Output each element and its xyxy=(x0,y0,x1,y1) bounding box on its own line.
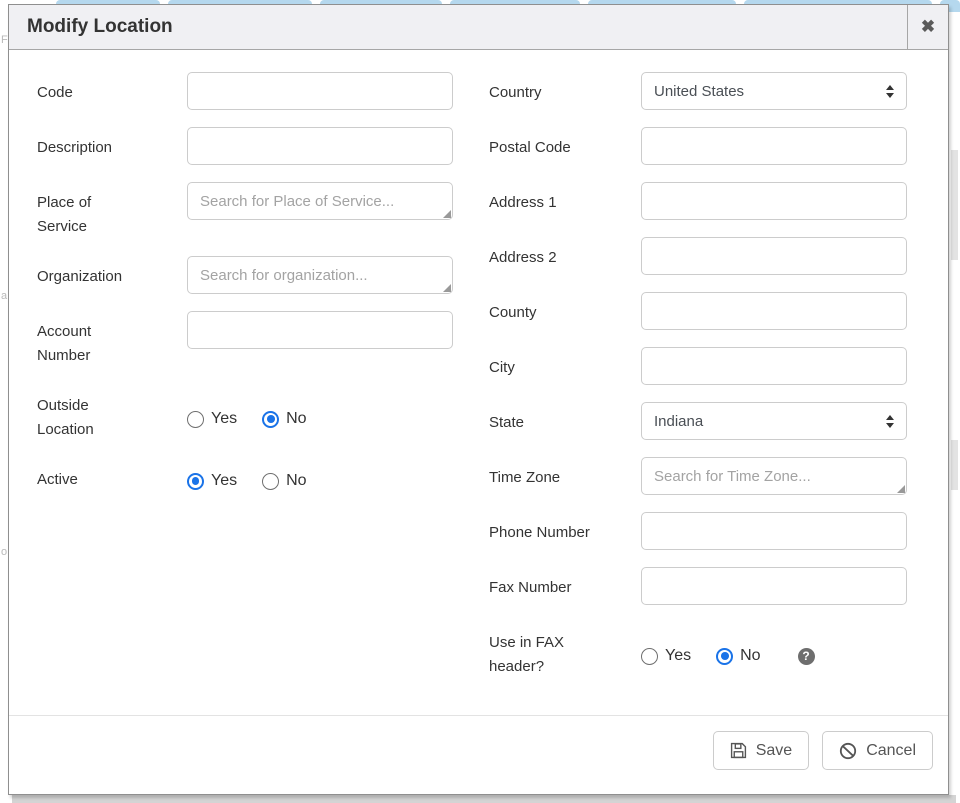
code-label: Code xyxy=(37,72,187,110)
account-number-label: Account Number xyxy=(37,311,187,368)
account-number-input[interactable] xyxy=(187,311,453,349)
county-input[interactable] xyxy=(641,292,907,330)
state-select[interactable]: Indiana xyxy=(641,402,907,440)
close-icon: ✖ xyxy=(921,17,935,37)
address-1-input[interactable] xyxy=(641,182,907,220)
outside-location-yes-label[interactable]: Yes xyxy=(211,410,237,428)
active-no-radio[interactable] xyxy=(262,473,279,490)
address-1-label: Address 1 xyxy=(489,182,641,220)
code-input[interactable] xyxy=(187,72,453,110)
address-2-input[interactable] xyxy=(641,237,907,275)
modal-shadow xyxy=(12,795,956,803)
active-radio-group: Yes No xyxy=(187,459,453,492)
use-in-fax-header-radio-group: Yes No ? xyxy=(641,622,907,679)
background-text-fragment: o xyxy=(1,546,7,558)
active-no-label[interactable]: No xyxy=(286,472,306,490)
resize-corner-icon xyxy=(443,284,451,292)
phone-number-input[interactable] xyxy=(641,512,907,550)
updown-caret-icon xyxy=(886,415,894,428)
state-select-value: Indiana xyxy=(654,413,703,430)
use-in-fax-no-radio[interactable] xyxy=(716,648,733,665)
outside-location-no-label[interactable]: No xyxy=(286,410,306,428)
form-column-right: Country United States Postal Code Addres… xyxy=(489,72,907,715)
time-zone-label: Time Zone xyxy=(489,457,641,495)
postal-code-label: Postal Code xyxy=(489,127,641,165)
save-button-label: Save xyxy=(756,742,792,760)
active-label: Active xyxy=(37,459,187,492)
cancel-button-label: Cancel xyxy=(866,742,916,760)
close-button[interactable]: ✖ xyxy=(907,5,948,49)
fax-number-label: Fax Number xyxy=(489,567,641,605)
cancel-ban-icon xyxy=(839,742,857,760)
dialog-title: Modify Location xyxy=(9,5,907,49)
use-in-fax-no-label[interactable]: No xyxy=(740,647,760,665)
outside-location-label: Outside Location xyxy=(37,385,187,442)
resize-corner-icon xyxy=(443,210,451,218)
address-2-label: Address 2 xyxy=(489,237,641,275)
country-label: Country xyxy=(489,72,641,110)
use-in-fax-header-label: Use in FAX header? xyxy=(489,622,641,679)
state-label: State xyxy=(489,402,641,440)
description-label: Description xyxy=(37,127,187,165)
background-text-fragment: a xyxy=(1,290,7,302)
resize-corner-icon xyxy=(897,485,905,493)
updown-caret-icon xyxy=(886,85,894,98)
country-select-value: United States xyxy=(654,83,744,100)
county-label: County xyxy=(489,292,641,330)
use-in-fax-yes-label[interactable]: Yes xyxy=(665,647,691,665)
country-select[interactable]: United States xyxy=(641,72,907,110)
organization-label: Organization xyxy=(37,256,187,294)
phone-number-label: Phone Number xyxy=(489,512,641,550)
page-root: { "background": { "fragments": ["Fa", "a… xyxy=(0,0,960,803)
form-column-left: Code Description Place of Service Organi… xyxy=(37,72,453,715)
modify-location-dialog: Modify Location ✖ Code Description Place… xyxy=(8,4,949,795)
dialog-body: Code Description Place of Service Organi… xyxy=(9,50,948,715)
city-label: City xyxy=(489,347,641,385)
city-input[interactable] xyxy=(641,347,907,385)
cancel-button[interactable]: Cancel xyxy=(822,731,933,770)
help-icon[interactable]: ? xyxy=(798,648,815,665)
outside-location-yes-radio[interactable] xyxy=(187,411,204,428)
time-zone-search-input[interactable] xyxy=(641,457,907,495)
postal-code-input[interactable] xyxy=(641,127,907,165)
dialog-header: Modify Location ✖ xyxy=(9,5,948,50)
outside-location-radio-group: Yes No xyxy=(187,385,453,442)
background-left-edge: Fa a o xyxy=(0,0,8,795)
use-in-fax-yes-radio[interactable] xyxy=(641,648,658,665)
save-floppy-icon xyxy=(730,742,747,759)
description-input[interactable] xyxy=(187,127,453,165)
organization-search-input[interactable] xyxy=(187,256,453,294)
save-button[interactable]: Save xyxy=(713,731,809,770)
active-yes-radio[interactable] xyxy=(187,473,204,490)
dialog-footer: Save Cancel xyxy=(9,715,948,794)
outside-location-no-radio[interactable] xyxy=(262,411,279,428)
background-text-fragment: Fa xyxy=(1,34,8,46)
background-right-edge xyxy=(950,0,960,795)
active-yes-label[interactable]: Yes xyxy=(211,472,237,490)
place-of-service-label: Place of Service xyxy=(37,182,187,239)
fax-number-input[interactable] xyxy=(641,567,907,605)
place-of-service-search-input[interactable] xyxy=(187,182,453,220)
